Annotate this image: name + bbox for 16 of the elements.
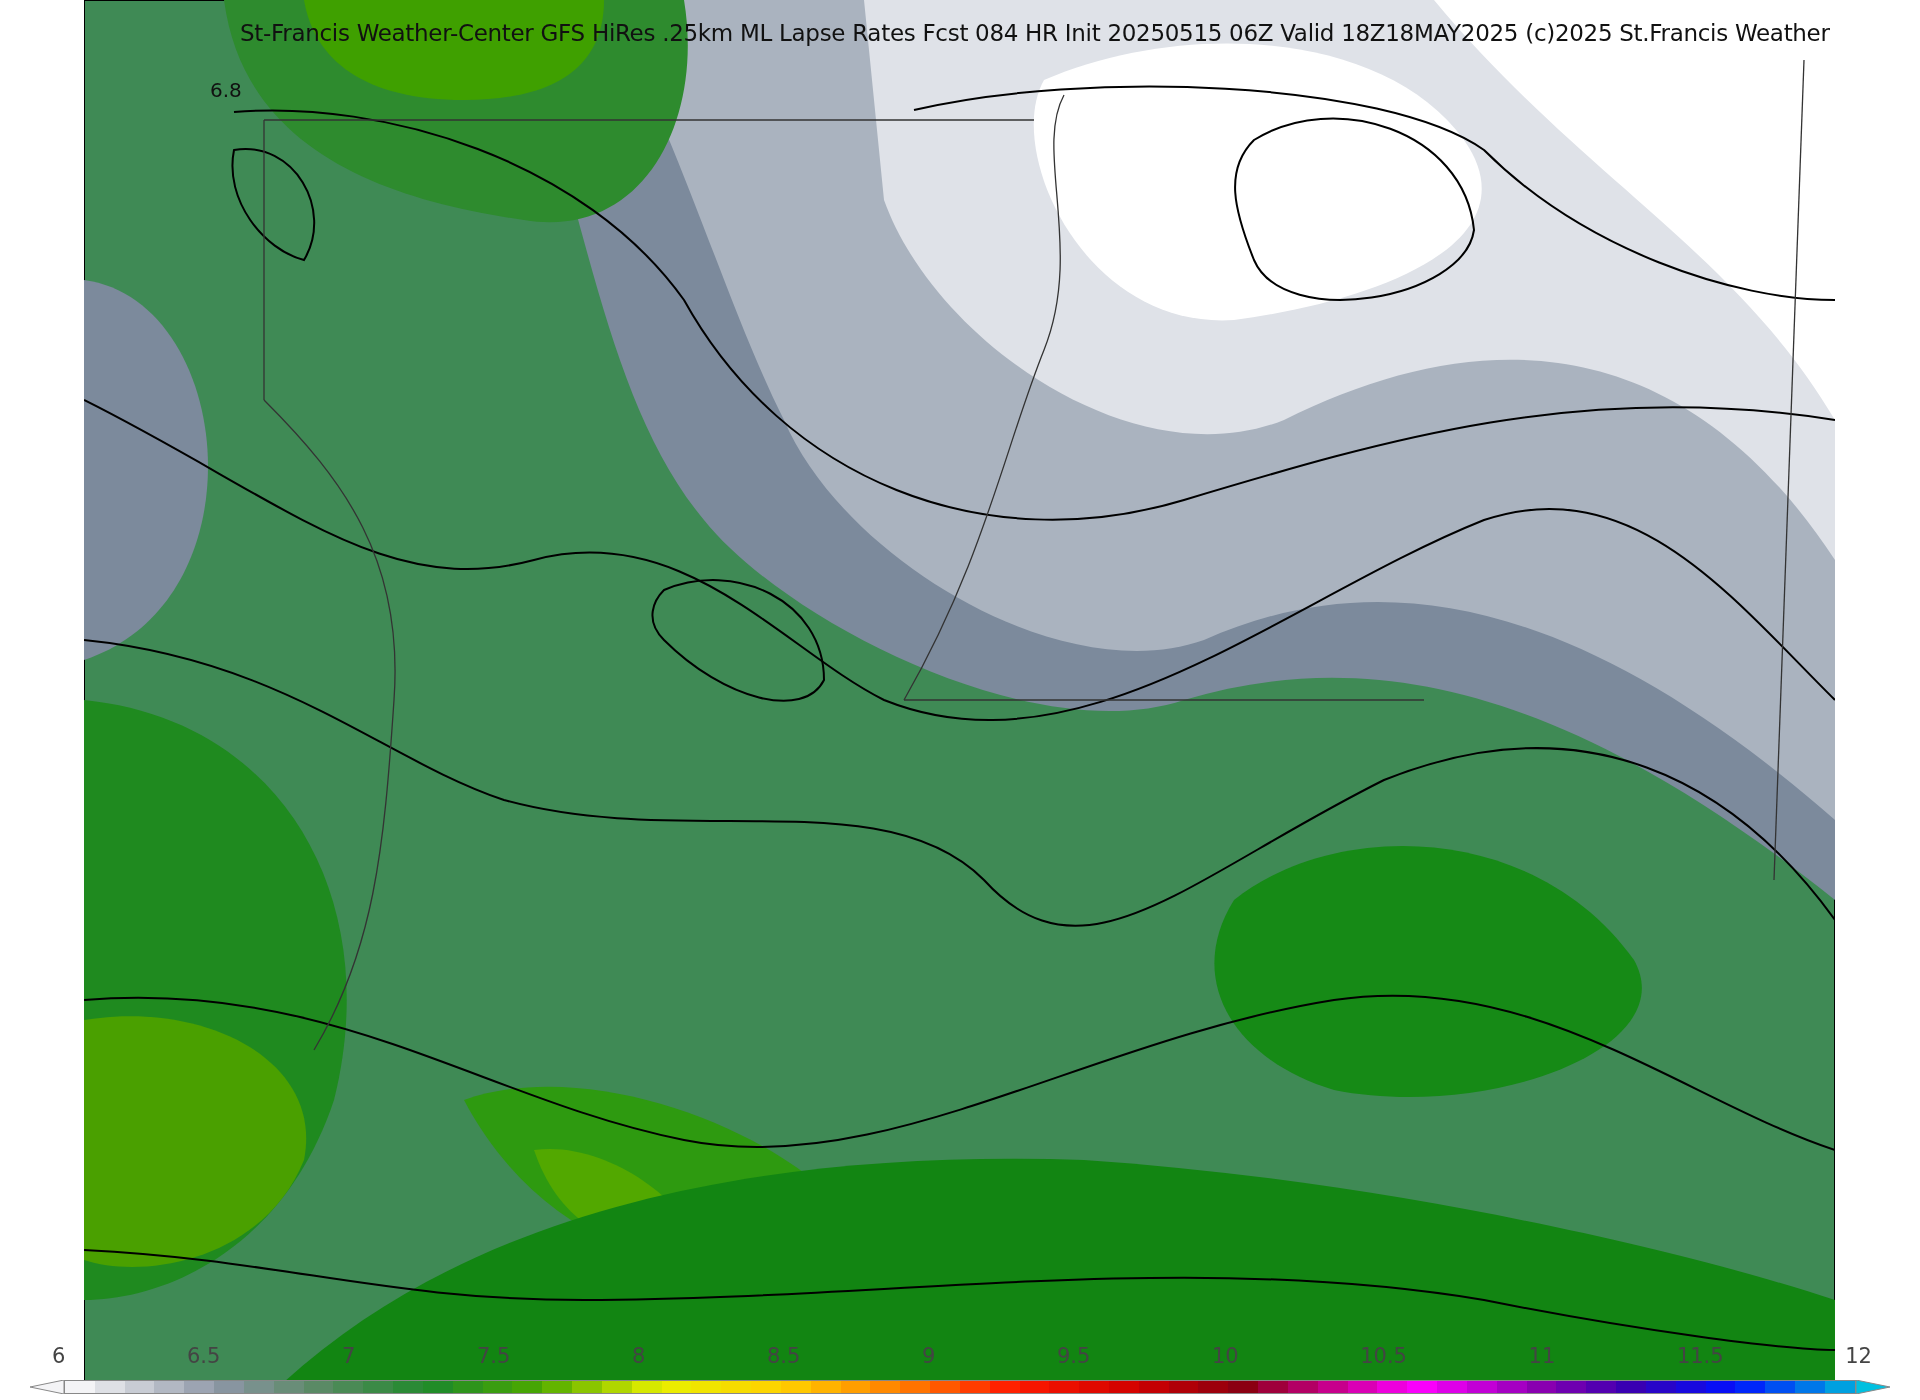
colorbar-tick-label: 12 [1845, 1344, 1872, 1368]
colorbar-low-arrow-icon [30, 1380, 64, 1394]
colorbar-high-arrow-icon [1856, 1380, 1890, 1394]
colorbar-tick-label: 11 [1528, 1344, 1556, 1368]
colorbar-tick-label: 6.5 [186, 1344, 221, 1368]
contour-label: 6.8 [210, 78, 242, 102]
colorbar-tick-label: 7 [341, 1344, 356, 1368]
colorbar-tick-label: 7.5 [476, 1344, 511, 1368]
colorbar-tick-label: 6 [52, 1344, 66, 1368]
colorbar-tick-label: 8.5 [766, 1344, 801, 1368]
colorbar-tick-label: 11.5 [1676, 1344, 1724, 1368]
colorbar-tick-label: 9.5 [1056, 1344, 1091, 1368]
colorbar-tick-label: 9 [921, 1344, 936, 1368]
colorbar-tick-label: 8 [631, 1344, 646, 1368]
colorbar-tick-label: 10.5 [1360, 1344, 1407, 1368]
colorbar-tick-label: 10 [1211, 1344, 1239, 1368]
